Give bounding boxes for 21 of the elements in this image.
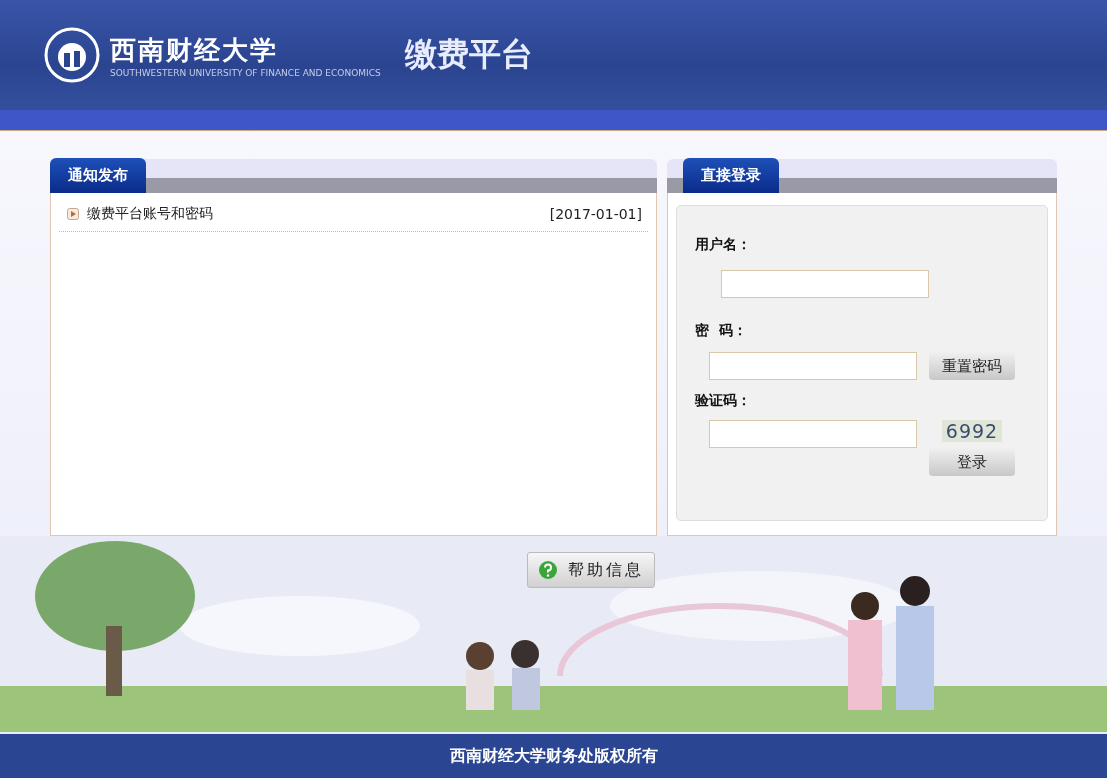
university-name: 西南财经大学 <box>110 33 279 67</box>
copyright-text: 西南财经大学财务处版权所有 <box>0 734 1107 778</box>
password-field[interactable] <box>709 352 917 380</box>
help-button[interactable]: 帮助信息 <box>527 552 655 588</box>
login-tab[interactable]: 直接登录 <box>683 158 779 193</box>
captcha-field[interactable] <box>709 420 917 448</box>
play-bullet-icon <box>67 208 79 220</box>
question-icon <box>538 560 558 580</box>
university-emblem-icon <box>44 27 100 83</box>
notice-tab[interactable]: 通知发布 <box>50 158 146 193</box>
reset-password-button[interactable]: 重置密码 <box>929 352 1015 380</box>
platform-title: 缴费平台 <box>404 34 533 75</box>
captcha-image[interactable]: 6992 <box>942 420 1002 442</box>
university-subtitle: SOUTHWESTERN UNIVERSITY OF FINANCE AND ECONOMICS <box>110 67 381 78</box>
login-button[interactable]: 登录 <box>929 448 1015 476</box>
field-label: 用户名： <box>695 236 752 254</box>
field-label: 验证码： <box>695 392 752 410</box>
field-label: 密 码： <box>695 322 748 340</box>
username-field[interactable] <box>721 270 929 298</box>
notice-link[interactable]: 缴费平台账号和密码 <box>87 205 542 223</box>
notice-date: [2017-01-01] <box>549 206 642 222</box>
